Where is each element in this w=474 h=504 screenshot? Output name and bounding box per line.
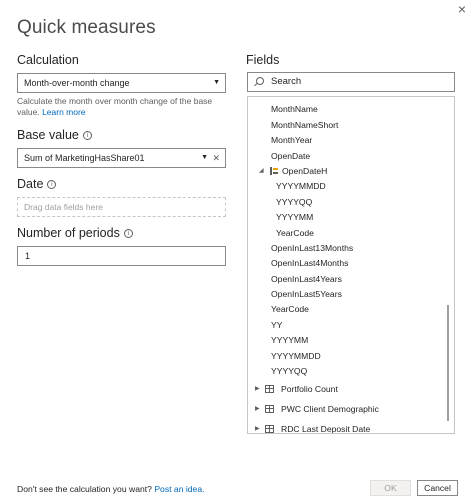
fields-tree: MonthCode MonthName MonthNameShort MonthYea… (247, 96, 455, 434)
footer-prompt: Don't see the calculation you want? Post… (17, 484, 205, 494)
tree-item-label: YYYYMMDD (276, 181, 326, 192)
expand-arrow-icon[interactable]: ▶ (255, 379, 260, 399)
tree-item-field[interactable]: YYYYMM (248, 210, 444, 225)
tree-item-label: YY (271, 319, 283, 330)
tree-item-label: OpenInLast4Years (271, 273, 342, 284)
search-icon (256, 77, 264, 85)
periods-input[interactable]: 1 (17, 246, 226, 266)
scroll-thumb[interactable] (447, 305, 449, 421)
date-label: Date i (17, 177, 57, 191)
tree-item-label: Portfolio Count (281, 384, 338, 395)
calculation-label: Calculation (17, 53, 79, 67)
tree-item-label: OpenInLast13Months (271, 242, 354, 253)
tree-item-label: OpenInLast4Months (271, 258, 349, 269)
close-icon[interactable]: × (458, 2, 466, 16)
tree-item-hierarchy[interactable]: ◢ OpenDateH (248, 164, 444, 179)
chevron-down-icon[interactable]: ▼ (201, 149, 208, 167)
tree-item-table[interactable]: ▶ RDC Last Deposit Date (248, 419, 444, 434)
tree-item-label: YearCode (271, 304, 309, 315)
base-value-select[interactable]: Sum of MarketingHasShare01 ▼ ✕ (17, 148, 226, 168)
tree-item-label: RDC Last Deposit Date (281, 424, 371, 434)
tree-item-field[interactable]: YYYYQQ (248, 195, 444, 210)
tree-item-field[interactable]: YYYYMMDD (248, 349, 444, 364)
base-value-label-text: Base value (17, 128, 79, 142)
tree-item-label: YearCode (276, 227, 314, 238)
info-icon[interactable]: i (82, 131, 92, 140)
tree-item-table[interactable]: ▶ PWC Client Demographic (248, 399, 444, 419)
tree-item-field[interactable]: OpenInLast13Months (248, 241, 444, 256)
tree-item-field[interactable]: MonthNameShort (248, 118, 444, 133)
info-icon[interactable]: i (123, 229, 133, 238)
quick-measures-dialog: × Quick measures Calculation Month-over-… (0, 0, 474, 504)
search-input[interactable]: Search (247, 72, 455, 92)
expand-arrow-icon[interactable]: ▶ (255, 419, 260, 433)
chevron-down-icon: ▼ (213, 79, 220, 86)
calculation-description: Calculate the month over month change of… (17, 96, 229, 118)
tree-item-field[interactable]: YYYYMMDD (248, 179, 444, 194)
fields-list: MonthCode MonthName MonthNameShort MonthYea… (248, 97, 444, 434)
hierarchy-icon (270, 166, 278, 175)
tree-item-field[interactable]: OpenInLast4Years (248, 272, 444, 287)
periods-label-text: Number of periods (17, 226, 120, 240)
cancel-button[interactable]: Cancel (417, 480, 458, 496)
date-dropzone[interactable]: Drag data fields here (17, 197, 226, 217)
table-icon (265, 405, 274, 414)
calculation-select[interactable]: Month-over-month change ▼ (17, 73, 226, 93)
table-icon (265, 385, 274, 394)
tree-item-label: MonthCode (271, 97, 315, 99)
tree-item-label: MonthYear (271, 135, 313, 146)
tree-item-label: YYYYMM (276, 212, 314, 223)
tree-item-label: MonthNameShort (271, 119, 339, 130)
info-icon[interactable]: i (47, 180, 57, 189)
tree-item-label: MonthName (271, 104, 318, 115)
learn-more-link[interactable]: Learn more (42, 107, 85, 117)
tree-item-label: YYYYQQ (276, 196, 313, 207)
footer-prompt-text: Don't see the calculation you want? (17, 484, 152, 494)
tree-item-table[interactable]: ▶ Portfolio Count (248, 379, 444, 399)
tree-item-field[interactable]: OpenInLast5Years (248, 287, 444, 302)
dialog-title: Quick measures (17, 17, 156, 38)
date-label-text: Date (17, 177, 44, 191)
base-value-selected: Sum of MarketingHasShare01 (24, 153, 145, 163)
tree-item-label: OpenInLast5Years (271, 289, 342, 300)
tree-item-label: OpenDate (271, 150, 311, 161)
tree-item-field[interactable]: YYYYQQ (248, 364, 444, 379)
tree-item-label: OpenDateH (282, 165, 328, 176)
tree-item-field[interactable]: YYYYMM (248, 333, 444, 348)
tree-item-field[interactable]: YearCode (248, 302, 444, 317)
tree-item-label: YYYYMM (271, 335, 309, 346)
tree-item-field[interactable]: OpenInLast4Months (248, 256, 444, 271)
base-value-label: Base value i (17, 128, 92, 142)
tree-item-field[interactable]: MonthName (248, 102, 444, 117)
tree-item-label: YYYYQQ (271, 366, 308, 377)
tree-item-field[interactable]: OpenDate (248, 149, 444, 164)
calculation-selected-value: Month-over-month change (24, 78, 130, 88)
tree-item-label: PWC Client Demographic (281, 404, 379, 415)
tree-item-field[interactable]: YY (248, 318, 444, 333)
tree-item-field[interactable]: YearCode (248, 226, 444, 241)
expand-arrow-icon[interactable]: ▶ (255, 399, 260, 419)
search-placeholder: Search (271, 76, 302, 87)
fields-scrollbar[interactable] (444, 99, 452, 429)
collapse-arrow-icon[interactable]: ◢ (259, 164, 264, 179)
table-icon (265, 425, 274, 433)
fields-label: Fields (246, 53, 280, 67)
tree-item-label: YYYYMMDD (271, 350, 321, 361)
clear-icon[interactable]: ✕ (212, 149, 220, 167)
ok-button[interactable]: OK (370, 480, 411, 496)
periods-label: Number of periods i (17, 226, 133, 240)
tree-item-field[interactable]: MonthYear (248, 133, 444, 148)
post-idea-link[interactable]: Post an idea. (154, 484, 204, 494)
